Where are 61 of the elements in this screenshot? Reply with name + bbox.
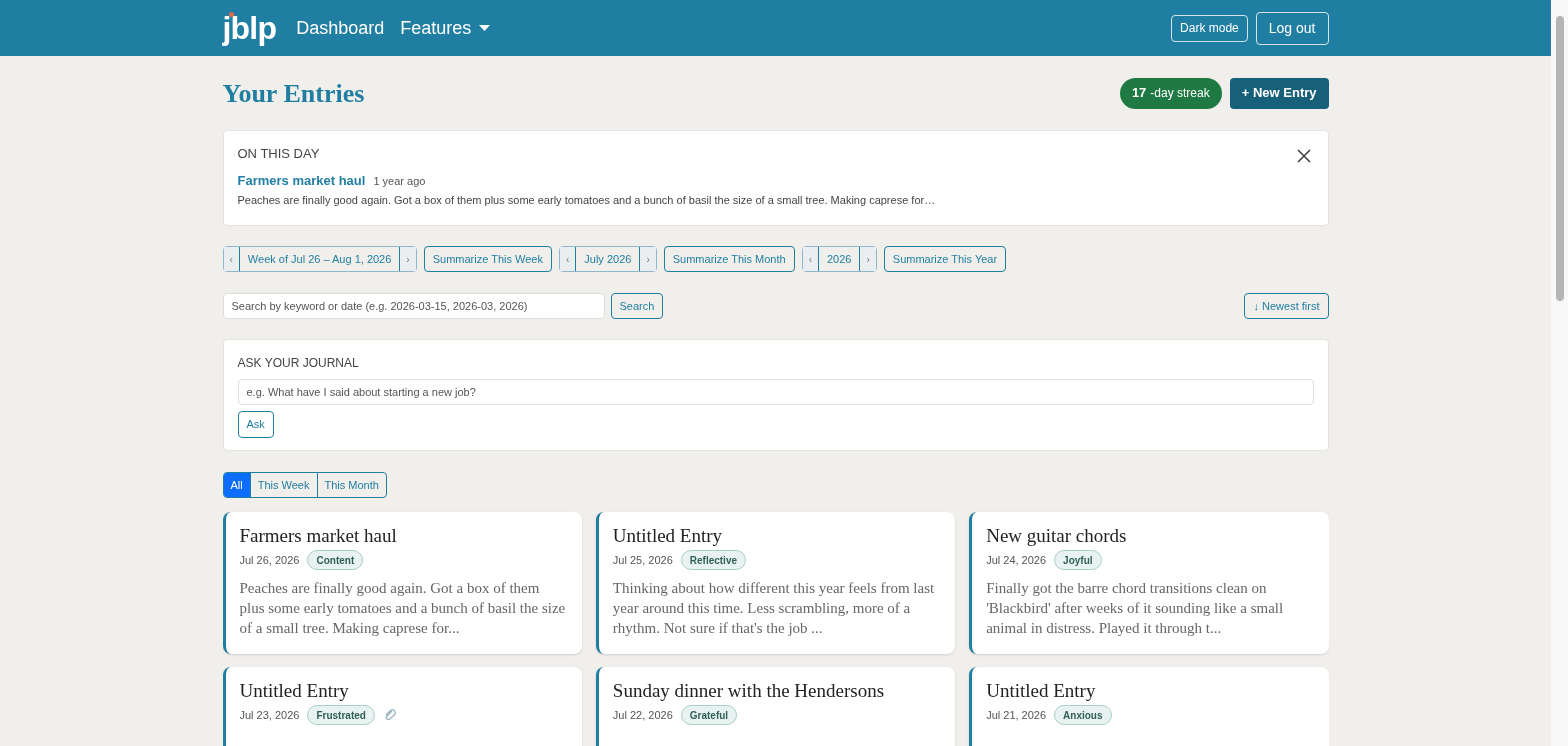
section-heading: ASK YOUR JOURNAL	[237, 355, 360, 372]
entry-title: Untitled Entry	[986, 679, 1097, 703]
previous-button[interactable]: ‹	[802, 247, 818, 271]
mood-tag: Frustrated	[307, 705, 375, 725]
summarize-button[interactable]: Summarize This Month	[663, 246, 795, 272]
filter-tab[interactable]: All	[223, 473, 250, 497]
sort-button[interactable]: ↓ Newest first	[1244, 293, 1329, 319]
dark-mode-button[interactable]: Dark mode	[1171, 14, 1248, 42]
mood-tag: Anxious	[1054, 705, 1112, 725]
entry-card[interactable]: Untitled Entry Jul 25, 2026 Reflective Thinking about how different this year feels from last year around this time. Less scrambling, more of a rhythm. Not sure if that's the job ...	[595, 512, 956, 654]
summarize-button[interactable]: Summarize This Year	[883, 246, 1007, 272]
mood-tag: Grateful	[680, 705, 738, 725]
section-heading: ON THIS DAY	[237, 145, 320, 163]
entry-age: 1 year ago	[373, 173, 426, 189]
entry-date: Jul 21, 2026	[986, 707, 1047, 723]
mood-tag: Reflective	[680, 550, 746, 570]
entry-excerpt: Peaches are finally good again. Got a box of them plus some early tomatoes and a bunch of basil the size of a small tree. Making caprese for...	[239, 579, 567, 638]
entry-excerpt: Peaches are finally good again. Got a box of them plus some early tomatoes and a bunch of basil the size of a small tree. Making caprese for…	[237, 193, 937, 208]
scrollbar[interactable]	[1551, 0, 1568, 746]
previous-button[interactable]: ‹	[223, 247, 239, 271]
scrollbar-thumb[interactable]	[1555, 16, 1564, 301]
close-icon[interactable]	[1295, 148, 1312, 164]
logout-button[interactable]: Log out	[1255, 11, 1329, 45]
filter-tab[interactable]: This Month	[316, 473, 386, 497]
next-button[interactable]: ›	[860, 247, 876, 271]
entry-card[interactable]: Farmers market haul Jul 26, 2026 Content Peaches are finally good again. Got a box of them plus some early tomatoes and a bunch of basil the size of a small tree. Making caprese for...	[222, 512, 582, 654]
entry-title: Farmers market haul	[239, 524, 398, 548]
dropdown-menu[interactable]: Features	[400, 14, 491, 42]
search-button[interactable]: Search	[610, 293, 664, 319]
entry-excerpt: Thinking about how different this year feels from last year around this time. Less scrambling, more of a rhythm. Not sure if that's the job ...	[612, 579, 936, 638]
page-title: Your Entries	[222, 77, 365, 110]
streak-badge: 17 -day streak	[1119, 77, 1222, 109]
ask-button[interactable]: Ask	[237, 411, 274, 438]
nav-link[interactable]: Dashboard	[296, 14, 385, 42]
entry-date: Jul 23, 2026	[239, 707, 300, 723]
entry-card[interactable]: Untitled Entry Jul 23, 2026 Frustrated	[222, 667, 582, 746]
entry-date: Jul 26, 2026	[239, 552, 300, 568]
new-entry-button[interactable]: + New Entry	[1229, 77, 1329, 109]
logo[interactable]: jblp	[222, 12, 277, 44]
summarize-button[interactable]: Summarize This Week	[423, 246, 552, 272]
entry-title: Untitled Entry	[612, 524, 724, 548]
mood-tag: Content	[307, 550, 364, 570]
search-field[interactable]: Search by keyword or date (e.g. 2026-03-15, 2026-03, 2026)	[222, 293, 605, 319]
entry-title: Untitled Entry	[239, 679, 350, 703]
entry-title: New guitar chords	[986, 524, 1128, 548]
next-button[interactable]: ›	[400, 247, 416, 271]
question-field[interactable]: e.g. What have I said about starting a new job?	[237, 379, 1314, 405]
entry-card[interactable]: Sunday dinner with the Hendersons Jul 22, 2026 Grateful	[595, 667, 956, 746]
entry-card[interactable]: New guitar chords Jul 24, 2026 Joyful Finally got the barre chord transitions clean on 'Blackbird' after weeks of it sounding like a small animal in distress. Played it through t...	[969, 512, 1329, 654]
entry-link[interactable]: Farmers market haul	[237, 170, 366, 190]
entry-title: Sunday dinner with the Hendersons	[612, 679, 886, 703]
next-button[interactable]: ›	[640, 247, 656, 271]
previous-button[interactable]: ‹	[559, 247, 576, 271]
entry-date: Jul 22, 2026	[612, 707, 673, 723]
entry-excerpt: Finally got the barre chord transitions clean on 'Blackbird' after weeks of it sounding like a small animal in distress. Played it through t...	[986, 579, 1285, 638]
entry-date: Jul 25, 2026	[612, 552, 673, 568]
entry-date: Jul 24, 2026	[986, 552, 1047, 568]
entry-card[interactable]: Untitled Entry Jul 21, 2026 Anxious	[969, 667, 1329, 746]
mood-tag: Joyful	[1054, 550, 1102, 570]
filter-tab[interactable]: This Week	[249, 473, 317, 497]
caret-icon	[479, 25, 491, 31]
